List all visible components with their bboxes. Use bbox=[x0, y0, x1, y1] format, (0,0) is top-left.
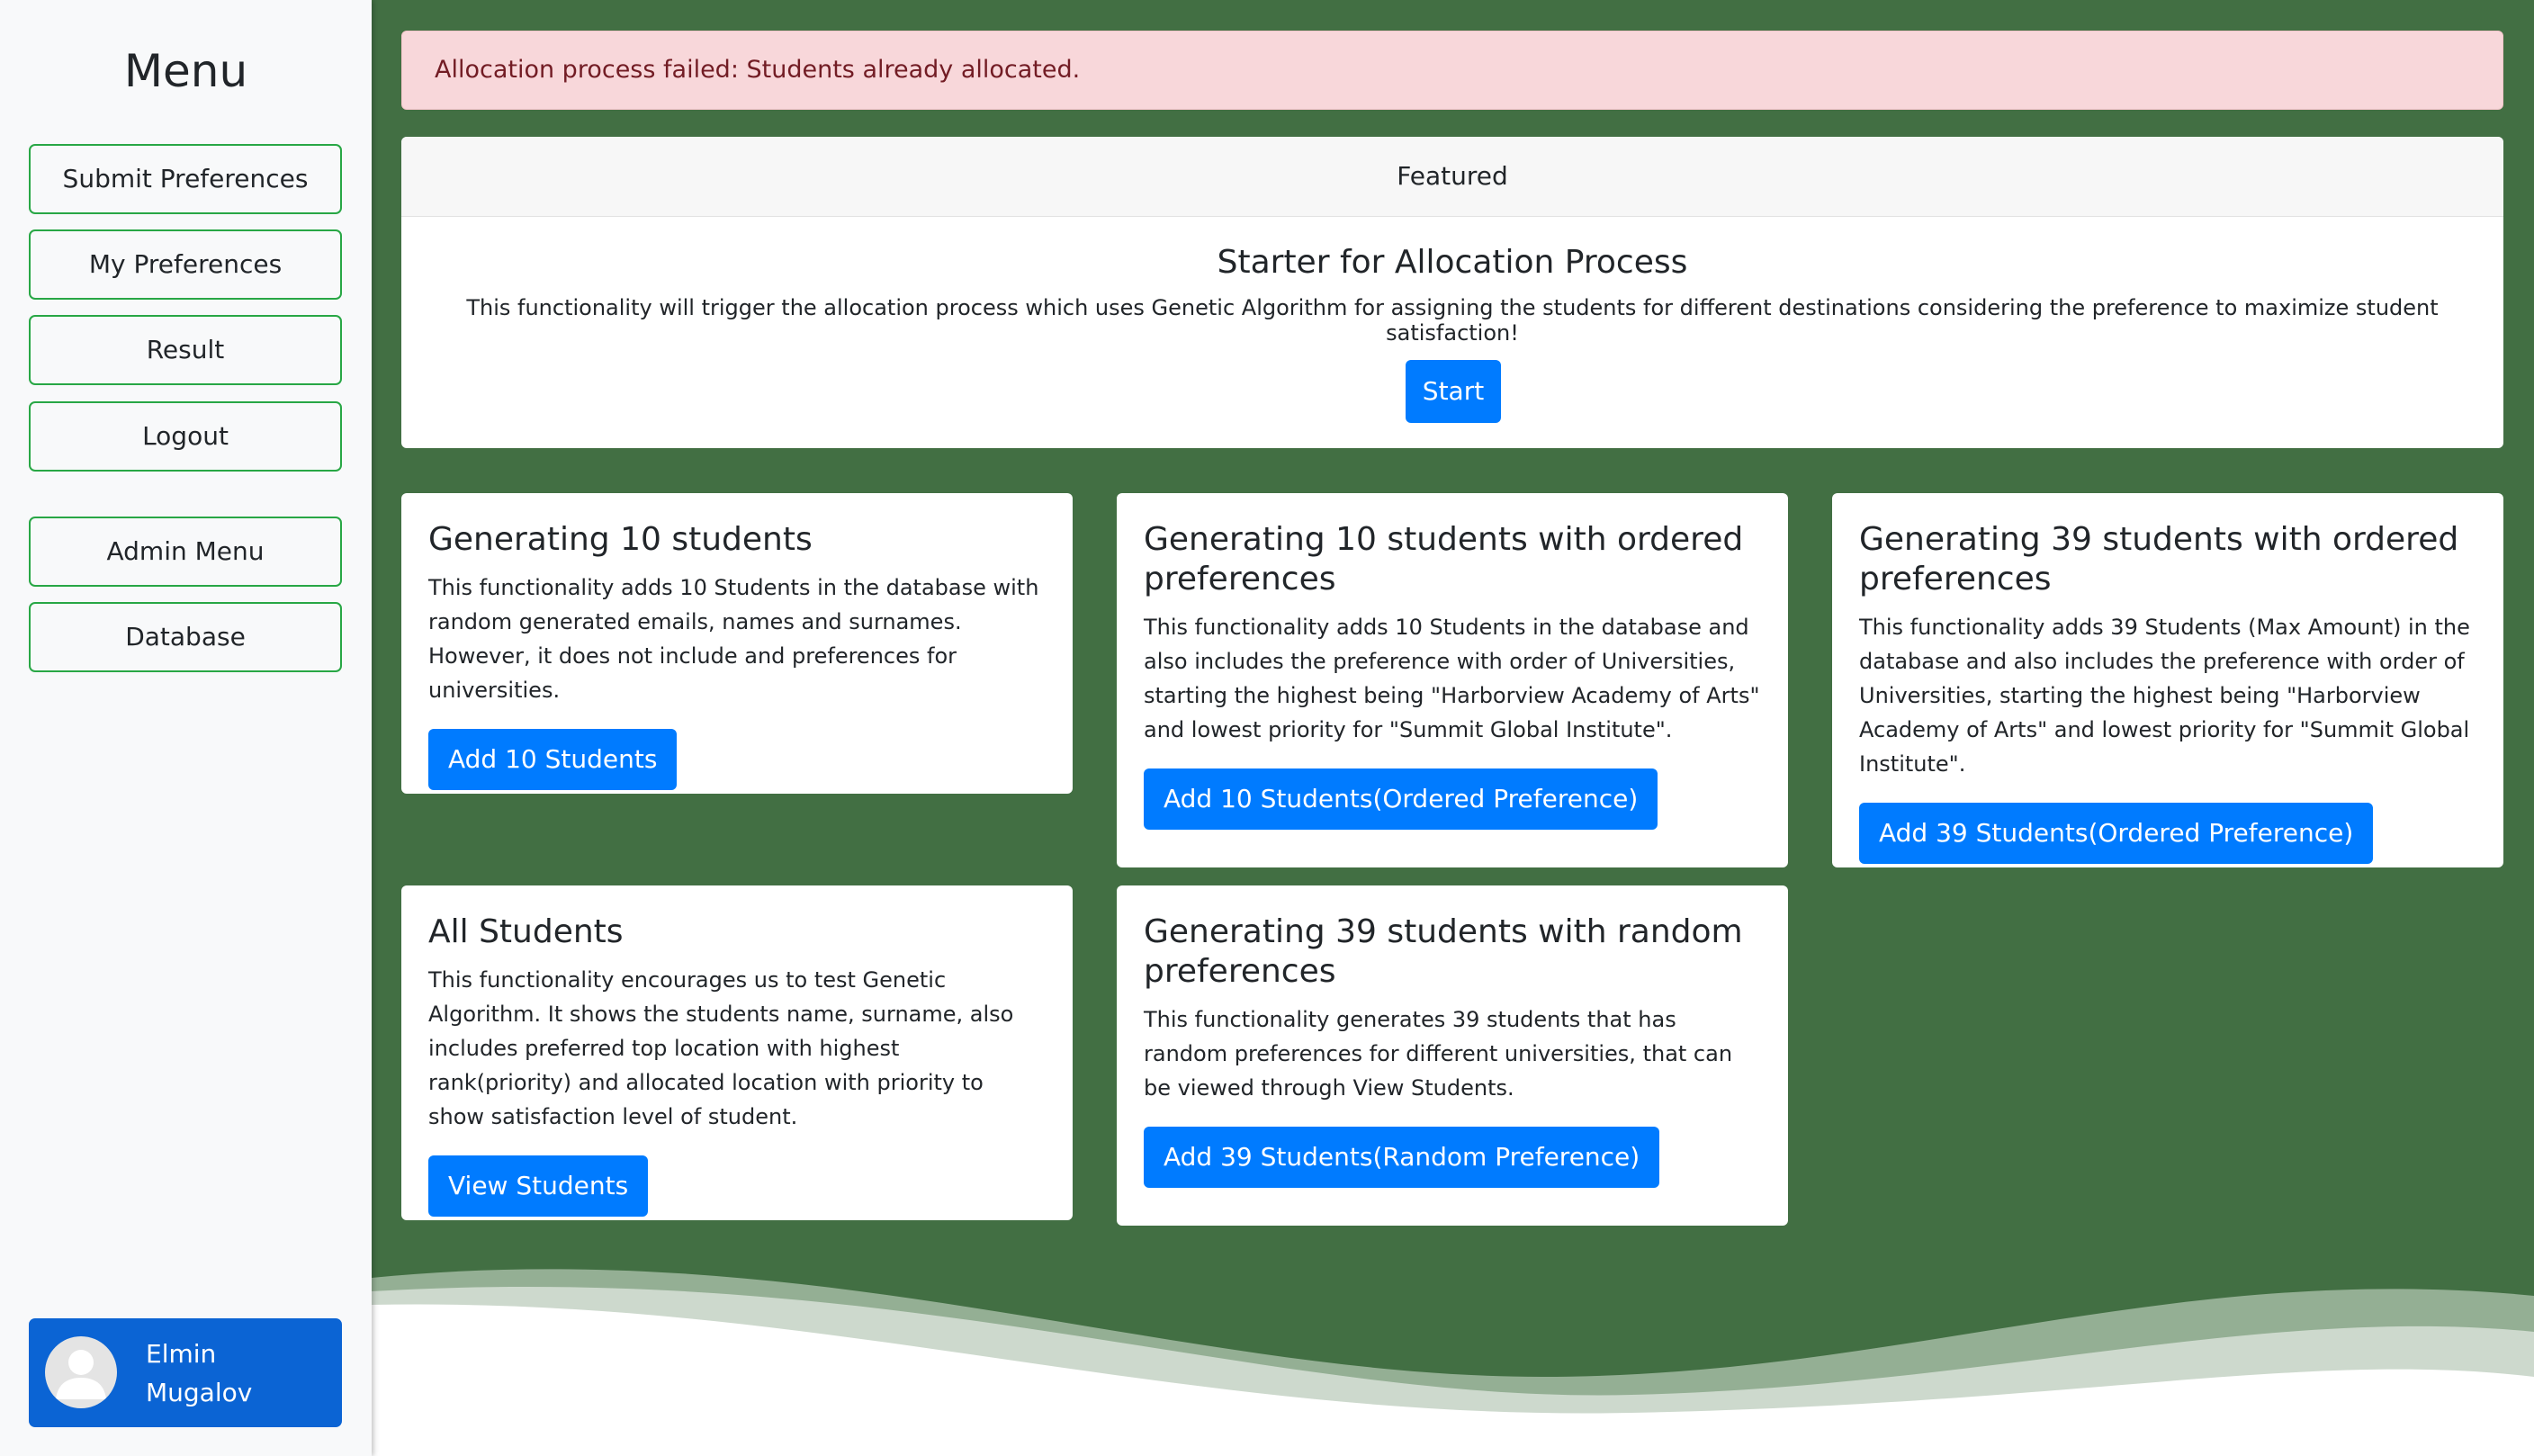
add-39-students-random-button[interactable]: Add 39 Students(Random Preference) bbox=[1144, 1127, 1660, 1188]
card-title: Generating 10 students bbox=[428, 521, 813, 558]
featured-title: Starter for Allocation Process bbox=[1217, 244, 1688, 281]
decorative-wave bbox=[372, 1269, 2534, 1456]
menu-title: Menu bbox=[123, 45, 248, 97]
user-profile-card[interactable]: Elmin Mugalov bbox=[29, 1318, 342, 1427]
card-all-students: All Students This functionality encourag… bbox=[401, 885, 1073, 1220]
submit-preferences-button[interactable]: Submit Preferences bbox=[29, 144, 342, 214]
result-button[interactable]: Result bbox=[29, 315, 342, 385]
card-title: All Students bbox=[428, 913, 624, 950]
card-text: This functionality generates 39 students… bbox=[1144, 1007, 1733, 1101]
database-button[interactable]: Database bbox=[29, 602, 342, 672]
view-students-button[interactable]: View Students bbox=[428, 1155, 649, 1217]
admin-menu-button[interactable]: Admin Menu bbox=[29, 517, 342, 587]
avatar bbox=[45, 1336, 117, 1408]
card-generate-10: Generating 10 students This functionalit… bbox=[401, 493, 1073, 794]
logout-button[interactable]: Logout bbox=[29, 401, 342, 472]
card-title: Generating 39 students with ordered pref… bbox=[1859, 521, 2459, 598]
user-last-name: Mugalov bbox=[146, 1378, 253, 1407]
card-title: Generating 39 students with random prefe… bbox=[1144, 913, 1743, 990]
card-title: Generating 10 students with ordered pref… bbox=[1144, 521, 1744, 598]
card-generate-10-ordered: Generating 10 students with ordered pref… bbox=[1117, 493, 1788, 867]
card-text: This functionality adds 39 Students (Max… bbox=[1859, 615, 2470, 777]
my-preferences-button[interactable]: My Preferences bbox=[29, 229, 342, 300]
add-10-students-button[interactable]: Add 10 Students bbox=[428, 729, 678, 790]
featured-card: Featured Starter for Allocation Process … bbox=[401, 137, 2503, 448]
featured-header: Featured bbox=[401, 137, 2503, 217]
user-first-name: Elmin bbox=[146, 1339, 217, 1369]
card-text: This functionality adds 10 Students in t… bbox=[428, 575, 1039, 703]
card-text: This functionality encourages us to test… bbox=[428, 967, 1014, 1129]
add-10-students-ordered-button[interactable]: Add 10 Students(Ordered Preference) bbox=[1144, 768, 1658, 830]
card-generate-39-random: Generating 39 students with random prefe… bbox=[1117, 885, 1788, 1226]
featured-description: This functionality will trigger the allo… bbox=[466, 295, 2439, 346]
start-button[interactable]: Start bbox=[1406, 360, 1501, 423]
user-name: Elmin Mugalov bbox=[146, 1335, 326, 1412]
add-39-students-ordered-button[interactable]: Add 39 Students(Ordered Preference) bbox=[1859, 803, 2374, 864]
user-avatar-icon bbox=[56, 1350, 106, 1399]
sidebar: Menu Submit Preferences My Preferences R… bbox=[0, 0, 372, 1456]
card-generate-39-ordered: Generating 39 students with ordered pref… bbox=[1832, 493, 2503, 867]
card-text: This functionality adds 10 Students in t… bbox=[1144, 615, 1760, 742]
error-alert: Allocation process failed: Students alre… bbox=[401, 31, 2503, 110]
